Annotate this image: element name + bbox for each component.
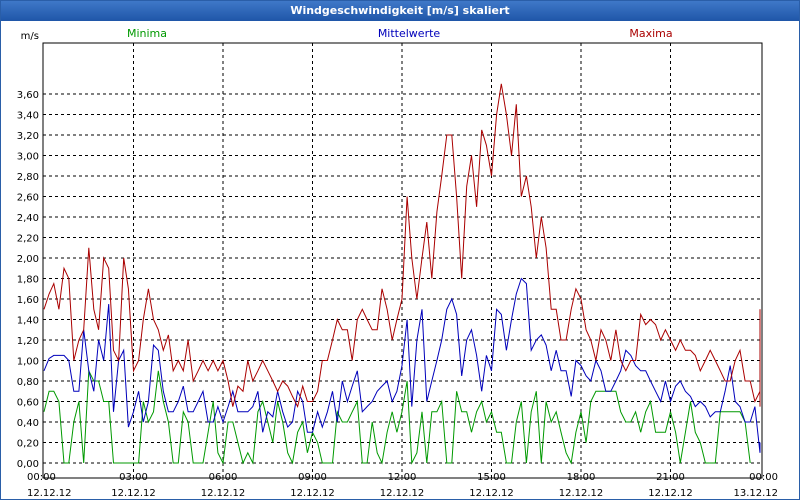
- y-tick-label: 2,60: [17, 193, 39, 204]
- x-tick-date: 12.12.12: [111, 488, 156, 499]
- y-tick-label: 1,00: [17, 357, 39, 368]
- y-tick-label: 1,80: [17, 275, 39, 286]
- chart-window: Windgeschwindigkeit [m/s] skaliert 0,00 0…: [0, 0, 800, 500]
- line-chart: 0,00 0,20 0,40 0,60 0,80 1,00 1,20 1,40 1,60 1,80…: [17, 27, 778, 499]
- x-tick-date: 13.12.12: [733, 488, 778, 499]
- x-tick-date: 12.12.12: [648, 488, 693, 499]
- y-axis-label: m/s: [21, 31, 39, 42]
- y-tick-label: 3,20: [17, 131, 39, 142]
- legend-maxima: Maxima: [629, 27, 672, 40]
- x-tick-time: 03:00: [119, 472, 148, 483]
- y-tick-label: 3,40: [17, 111, 39, 122]
- y-tick-label: 0,40: [17, 418, 39, 429]
- x-tick-time: 15:00: [477, 472, 506, 483]
- y-axis-ticks: 0,00 0,20 0,40 0,60 0,80 1,00 1,20 1,40 1,60 1,80…: [17, 90, 39, 470]
- window-title: Windgeschwindigkeit [m/s] skaliert: [1, 1, 799, 21]
- x-tick-time: 00:00: [27, 472, 56, 483]
- y-tick-label: 0,60: [17, 398, 39, 409]
- x-tick-time: 09:00: [298, 472, 327, 483]
- y-tick-label: 1,40: [17, 316, 39, 327]
- legend-minima: Minima: [127, 27, 167, 40]
- x-tick-date: 12.12.12: [201, 488, 246, 499]
- y-tick-label: 0,80: [17, 377, 39, 388]
- x-tick-time: 18:00: [567, 472, 596, 483]
- y-tick-label: 1,20: [17, 336, 39, 347]
- x-tick-time: 00:00: [749, 472, 778, 483]
- legend-mittelwerte: Mittelwerte: [378, 27, 441, 40]
- x-tick-time: 21:00: [656, 472, 685, 483]
- y-tick-label: 1,60: [17, 295, 39, 306]
- y-tick-label: 2,80: [17, 172, 39, 183]
- x-axis-ticks: 00:00 12.12.12 03:00 12.12.12 06:00 12.12.12 0…: [27, 472, 778, 499]
- y-tick-label: 0,20: [17, 439, 39, 450]
- x-tick-date: 12.12.12: [380, 488, 425, 499]
- x-tick-time: 12:00: [388, 472, 417, 483]
- x-tick-date: 12.12.12: [27, 488, 72, 499]
- x-tick-date: 12.12.12: [469, 488, 514, 499]
- y-tick-label: 3,00: [17, 152, 39, 163]
- y-tick-label: 2,20: [17, 234, 39, 245]
- y-tick-label: 2,00: [17, 254, 39, 265]
- x-tick-date: 12.12.12: [290, 488, 335, 499]
- y-tick-label: 2,40: [17, 213, 39, 224]
- x-tick-date: 12.12.12: [559, 488, 604, 499]
- y-tick-label: 0,00: [17, 459, 39, 470]
- y-tick-label: 3,60: [17, 90, 39, 101]
- x-tick-time: 06:00: [209, 472, 238, 483]
